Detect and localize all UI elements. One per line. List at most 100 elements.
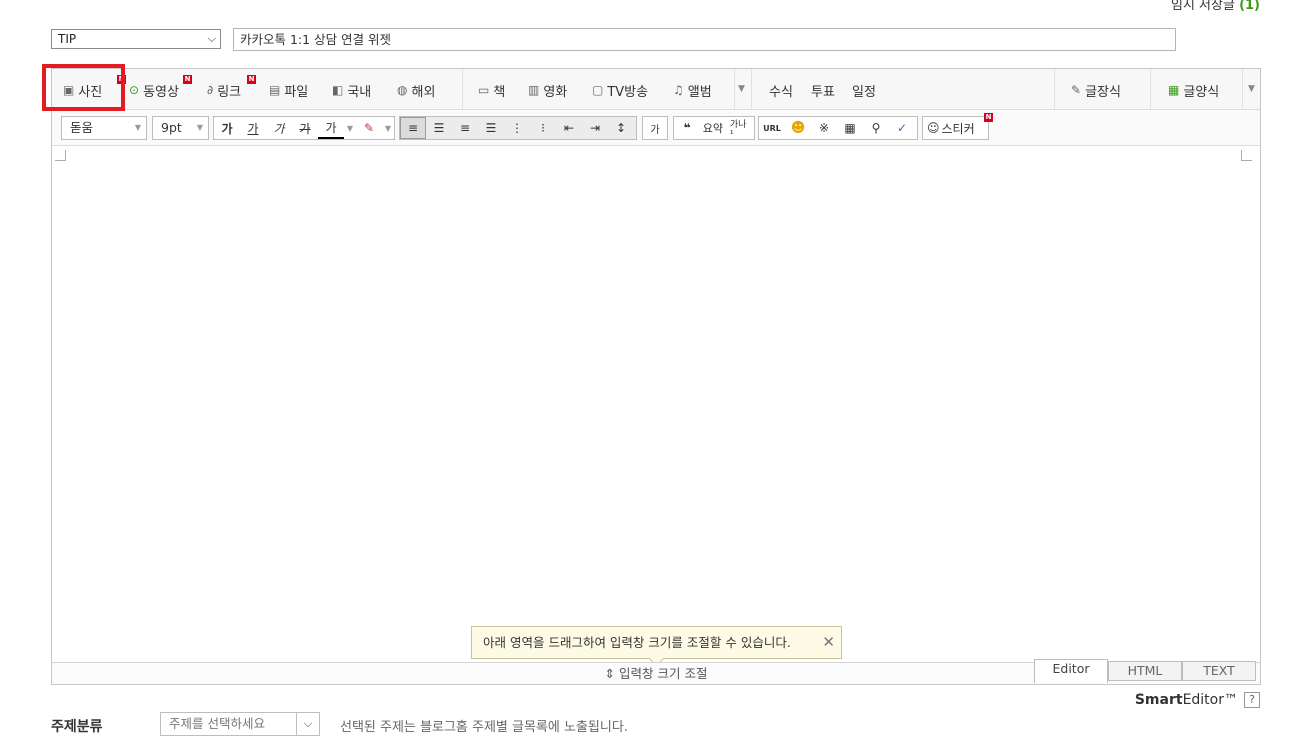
url-button[interactable]: URL [759, 117, 785, 139]
music-note-icon: ♫ [673, 83, 684, 97]
smarteditor-logo: Smart Editor™ ? [1135, 692, 1260, 708]
movie-button[interactable]: ▥ 영화 [528, 81, 567, 100]
topic-description: 선택된 주제는 블로그홈 주제별 글목록에 노출됩니다. [340, 720, 628, 735]
media-toolbar: ▣ 사진 N ⊙ 동영상 N ∂ 링크 N ▤ 파일 ◧ 국내 ◍ 해외 ▭ 책… [52, 69, 1260, 110]
schedule-button[interactable]: 일정 [852, 81, 876, 100]
toolbar-divider [751, 69, 752, 109]
resize-tooltip: 아래 영역을 드래그하여 입력창 크기를 조절할 수 있습니다. ✕ [471, 626, 842, 667]
special-char-icon[interactable]: ※ [811, 117, 837, 139]
align-right-icon[interactable]: ≡ [452, 117, 478, 139]
tv-button[interactable]: ▢ TV방송 [592, 81, 648, 100]
resize-handle-label: ⇕ 입력창 크기 조절 [604, 666, 708, 681]
temp-save-label: 임시 저장글 [1170, 0, 1235, 13]
toolbar-divider [1150, 69, 1151, 109]
font-size-select[interactable]: 9pt ▼ [152, 116, 209, 140]
spellcheck-group: 가 [642, 116, 668, 140]
film-icon: ▥ [528, 83, 540, 97]
spellcheck-button[interactable]: 가 [643, 117, 667, 139]
title-value: 카카오톡 1:1 상담 연결 위젯 [240, 32, 392, 47]
sticker-button[interactable]: ☺ 스티커 [923, 117, 979, 139]
corner-marker [1241, 150, 1252, 161]
template-icon: ▦ [1168, 83, 1180, 97]
template-dropdown-icon[interactable]: ▼ [1248, 84, 1255, 94]
summary-button[interactable]: 요약 [700, 117, 726, 139]
paragraph-group: ≡ ☰ ≡ ☰ ⋮ ⁝ ⇤ ⇥ ↕ [399, 116, 637, 140]
topic-select[interactable]: 주제를 선택하세요 ⌵ [160, 712, 320, 736]
map-icon: ◧ [332, 83, 344, 97]
vote-button[interactable]: 투표 [811, 81, 835, 100]
link-icon: ∂ [207, 83, 214, 97]
table-icon[interactable]: ▦ [837, 117, 863, 139]
numbered-list-icon[interactable]: ⋮ [504, 117, 530, 139]
category-select[interactable]: TIP ⌵ [51, 29, 221, 49]
tab-html[interactable]: HTML [1108, 661, 1182, 681]
toolbar-divider [462, 69, 463, 109]
chevron-down-icon: ▼ [134, 123, 141, 132]
highlight-box [42, 64, 125, 111]
font-color-button[interactable]: 가 [318, 117, 344, 139]
outdent-icon[interactable]: ⇤ [556, 117, 582, 139]
pencil-icon: ✎ [1071, 83, 1082, 97]
highlight-color-icon[interactable]: ✎ [356, 117, 382, 139]
strikethrough-button[interactable]: 가 [292, 117, 318, 139]
italic-button[interactable]: 가 [266, 117, 292, 139]
category-selected: TIP [58, 32, 77, 46]
overseas-map-button[interactable]: ◍ 해외 [397, 81, 435, 100]
close-icon[interactable]: ✕ [822, 627, 835, 658]
bulleted-list-icon[interactable]: ⁝ [530, 117, 556, 139]
play-icon: ⊙ [129, 83, 140, 97]
video-button[interactable]: ⊙ 동영상 N [129, 75, 192, 100]
align-justify-icon[interactable]: ☰ [478, 117, 504, 139]
new-badge: N [984, 113, 993, 122]
more-dropdown-icon[interactable]: ▼ [738, 84, 745, 94]
quote-button[interactable]: ❝ [674, 117, 700, 139]
editor-content-area[interactable] [52, 146, 1260, 661]
temp-save-link[interactable]: 임시 저장글 (1) [1171, 0, 1260, 13]
align-left-icon[interactable]: ≡ [400, 117, 426, 139]
domestic-map-button[interactable]: ◧ 국내 [332, 81, 371, 100]
formula-button[interactable]: 수식 [769, 81, 793, 100]
new-badge: N [247, 75, 256, 84]
book-icon: ▭ [478, 83, 490, 97]
emoticon-icon[interactable]: ☻ [785, 117, 811, 139]
tab-text[interactable]: TEXT [1182, 661, 1256, 681]
help-icon[interactable]: ? [1244, 692, 1260, 708]
highlight-dropdown-icon[interactable]: ▼ [382, 117, 394, 139]
toolbar-divider [734, 69, 735, 109]
globe-icon: ◍ [397, 83, 408, 97]
chevron-down-icon: ▼ [196, 123, 203, 132]
sticker-group: ☺ 스티커 [922, 116, 989, 140]
text-style-group: 가 가 가 가 가 ▼ ✎ ▼ [213, 116, 395, 140]
text-decoration-button[interactable]: ✎ 글장식 [1071, 81, 1121, 100]
link-button[interactable]: ∂ 링크 N [207, 75, 256, 100]
topic-label: 주제분류 [51, 719, 103, 735]
bold-button[interactable]: 가 [214, 117, 240, 139]
font-color-dropdown-icon[interactable]: ▼ [344, 117, 356, 139]
format-toolbar: 돋움 ▼ 9pt ▼ 가 가 가 가 가 ▼ ✎ ▼ ≡ ☰ ≡ ☰ ⋮ ⁝ ⇤… [52, 110, 1260, 146]
search-icon[interactable]: ⚲ [863, 117, 889, 139]
temp-save-count: (1) [1239, 0, 1260, 13]
book-button[interactable]: ▭ 책 [478, 81, 505, 100]
indent-icon[interactable]: ⇥ [582, 117, 608, 139]
quote-group: ❝ 요약 가나¹ [673, 116, 755, 140]
template-button[interactable]: ▦ 글양식 [1168, 81, 1219, 100]
album-button[interactable]: ♫ 앨범 [673, 81, 712, 100]
chevron-down-icon: ⌵ [207, 32, 216, 45]
font-family-select[interactable]: 돋움 ▼ [61, 116, 147, 140]
underline-button[interactable]: 가 [240, 117, 266, 139]
check-icon[interactable]: ✓ [889, 117, 915, 139]
line-height-icon[interactable]: ↕ [608, 117, 634, 139]
tv-icon: ▢ [592, 83, 604, 97]
tab-editor[interactable]: Editor [1034, 659, 1108, 683]
smart-editor: ▣ 사진 N ⊙ 동영상 N ∂ 링크 N ▤ 파일 ◧ 국내 ◍ 해외 ▭ 책… [51, 68, 1261, 685]
toolbar-divider [1054, 69, 1055, 109]
toolbar-divider [1242, 69, 1243, 109]
insert-group: URL ☻ ※ ▦ ⚲ ✓ [758, 116, 918, 140]
file-button[interactable]: ▤ 파일 [269, 81, 308, 100]
title-input[interactable]: 카카오톡 1:1 상담 연결 위젯 [233, 28, 1176, 51]
superscript-button[interactable]: 가나¹ [726, 117, 754, 140]
new-badge: N [183, 75, 192, 84]
align-center-icon[interactable]: ☰ [426, 117, 452, 139]
smile-icon: ☺ [927, 121, 940, 135]
floppy-icon: ▤ [269, 83, 281, 97]
